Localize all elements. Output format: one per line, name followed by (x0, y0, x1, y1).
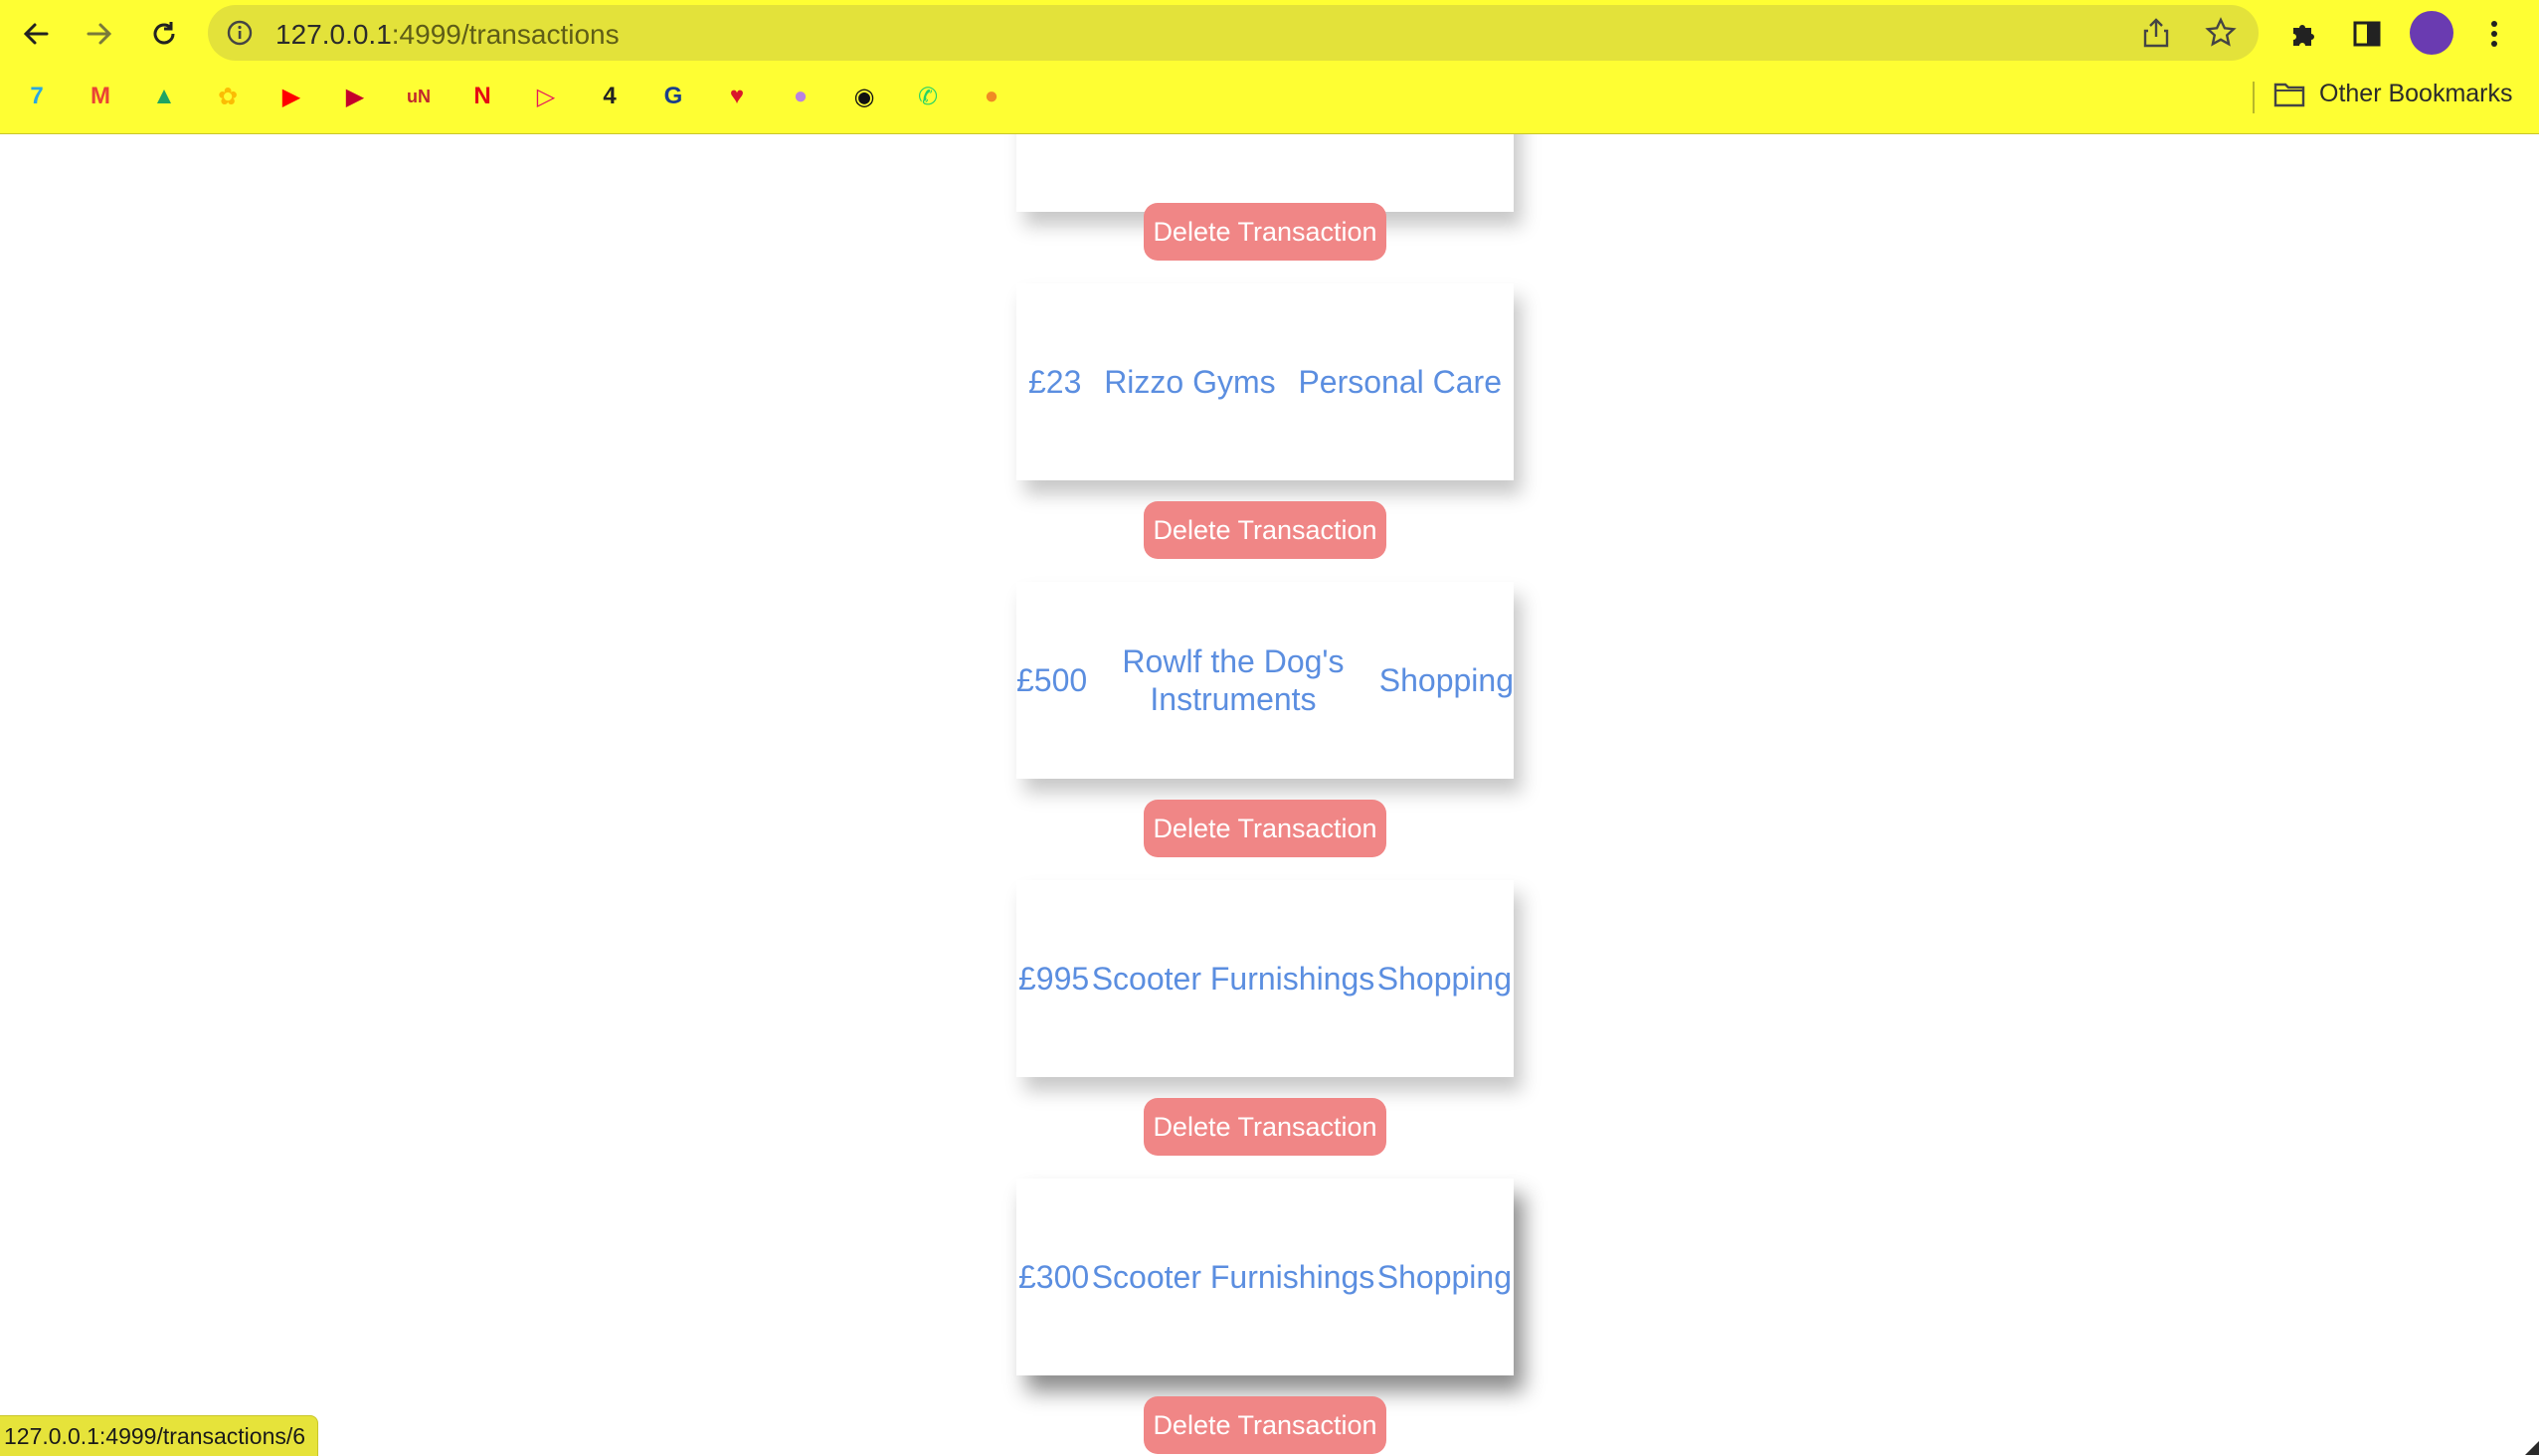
other-bookmarks-folder[interactable]: Other Bookmarks (2273, 80, 2513, 108)
transaction-merchant: Rizzo Gyms (1104, 364, 1276, 400)
address-bar[interactable]: 127.0.0.1:4999/transactions (208, 5, 2259, 61)
transaction-card: £23 Rizzo Gyms Personal Care (1016, 283, 1514, 480)
delete-transaction-button[interactable]: Delete Transaction (1144, 1396, 1386, 1454)
transaction-merchant: Scooter Furnishings (1091, 961, 1375, 997)
reload-button[interactable] (142, 12, 186, 56)
other-bookmarks-label: Other Bookmarks (2319, 80, 2513, 107)
transaction-card: £300 Scooter Furnishings Shopping (1016, 1179, 1514, 1375)
transaction-merchant: Scooter Furnishings (1091, 1259, 1375, 1295)
red-heart-icon[interactable]: ♥ (722, 82, 752, 111)
transaction-category: Shopping (1376, 961, 1512, 997)
channel4-icon[interactable]: 4 (595, 82, 625, 111)
globe-icon[interactable]: ◉ (849, 82, 879, 111)
transaction-amount: £23 (1028, 364, 1082, 400)
back-button[interactable] (14, 12, 58, 56)
site-info-icon[interactable] (226, 19, 254, 47)
kebab-menu-icon (2491, 21, 2497, 47)
resize-corner (2525, 1441, 2539, 1455)
reload-icon (153, 22, 175, 45)
browser-chrome: 127.0.0.1:4999/transactions Other Bookma… (0, 0, 2539, 134)
google-drive-icon[interactable]: ▲ (149, 82, 179, 111)
play-arrow-icon[interactable]: ▷ (531, 82, 561, 111)
transaction-card-partial (1016, 134, 1514, 212)
transaction-card: £500 Rowlf the Dog's Instruments Shoppin… (1016, 582, 1514, 779)
browser-menu-button[interactable] (2472, 12, 2516, 56)
transaction-category: Shopping (1378, 662, 1514, 698)
share-icon[interactable] (2141, 17, 2171, 49)
url-host: 127.0.0.1 (275, 19, 392, 50)
url-path: :4999/transactions (391, 19, 620, 50)
extensions-button[interactable] (2281, 12, 2325, 56)
delete-transaction-button[interactable]: Delete Transaction (1144, 203, 1386, 261)
youtube-icon[interactable]: ▶ (276, 82, 306, 111)
side-panel-icon (2353, 21, 2381, 47)
url-text[interactable]: 127.0.0.1:4999/transactions (275, 19, 620, 51)
status-bar-url: 127.0.0.1:4999/transactions/6 (0, 1415, 319, 1456)
forward-button[interactable] (78, 12, 121, 56)
puzzle-icon (2293, 25, 2314, 46)
orange-blob-icon[interactable]: ● (977, 82, 1006, 111)
transaction-amount: £500 (1016, 662, 1088, 698)
transactions-page: Delete Transaction £23 Rizzo Gyms Person… (0, 134, 2539, 1455)
folder-icon (2273, 83, 2305, 106)
delete-transaction-button[interactable]: Delete Transaction (1144, 1098, 1386, 1156)
google-photos-icon[interactable]: ✿ (213, 82, 243, 111)
netflix-icon[interactable]: N (467, 82, 497, 111)
gmail-icon[interactable]: M (86, 82, 115, 111)
delete-transaction-button[interactable]: Delete Transaction (1144, 501, 1386, 559)
whatsapp-icon[interactable]: ✆ (913, 82, 943, 111)
side-panel-button[interactable] (2345, 12, 2389, 56)
colorful-ball-icon[interactable]: ● (786, 82, 816, 111)
profile-avatar[interactable] (2410, 11, 2453, 55)
bookmarks-separator (2253, 82, 2255, 113)
bookmarks-bar: Other Bookmarks 7 M ▲ ✿ ▶ ▶ uN N ▷ 4 G ♥ ● ◉ ✆ ● (0, 76, 2539, 117)
back-arrow-icon (23, 23, 49, 45)
circle-g-icon[interactable]: G (658, 82, 688, 111)
transaction-card: £995 Scooter Furnishings Shopping (1016, 880, 1514, 1077)
play-circle-icon[interactable]: ▶ (340, 82, 370, 111)
un-icon[interactable]: uN (404, 82, 434, 111)
transaction-merchant: Rowlf the Dog's Instruments (1122, 643, 1345, 717)
transaction-amount: £995 (1018, 961, 1090, 997)
forward-arrow-icon (87, 23, 112, 45)
bookmark-star-icon[interactable] (2205, 17, 2237, 49)
delete-transaction-button[interactable]: Delete Transaction (1144, 800, 1386, 857)
transaction-category: Personal Care (1298, 364, 1502, 400)
transaction-category: Shopping (1376, 1259, 1512, 1295)
transaction-amount: £300 (1018, 1259, 1090, 1295)
dart-icon[interactable]: 7 (22, 82, 52, 111)
